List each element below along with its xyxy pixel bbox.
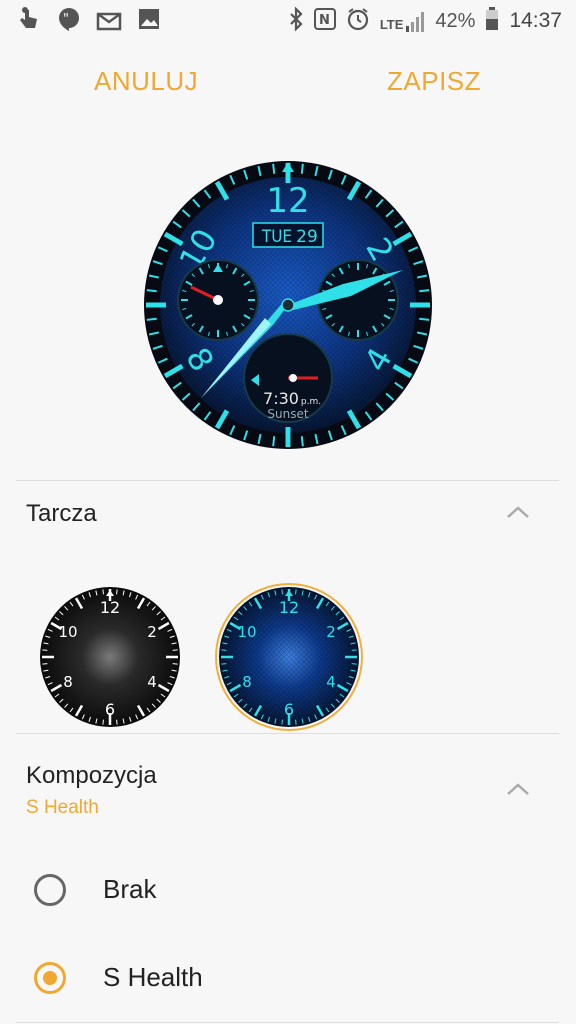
composition-section-title: Kompozycja <box>26 762 157 789</box>
system-icons: N LTE 42% 14:37 <box>288 4 562 38</box>
thumb-numeral-8: 8 <box>63 673 73 691</box>
battery-icon <box>485 6 499 36</box>
thumb-numeral-2: 2 <box>147 623 157 641</box>
thumb-numeral-4: 4 <box>326 673 336 691</box>
network-label: LTE <box>379 17 404 32</box>
save-button[interactable]: ZAPISZ <box>387 66 481 97</box>
dial-option-black[interactable]: 12 2 4 6 8 10 <box>40 587 180 727</box>
clock: 14:37 <box>509 9 562 32</box>
alarm-icon <box>346 7 370 36</box>
svg-text:N: N <box>319 13 330 28</box>
thumb-numeral-6: 6 <box>284 700 294 719</box>
sunset-ampm: p.m. <box>301 397 321 407</box>
option-label: Brak <box>103 874 157 904</box>
nfc-icon: N <box>313 7 336 35</box>
bottom-subdial: 7:30 p.m. Sunset <box>243 333 333 423</box>
composition-section-subtitle: S Health <box>26 797 99 818</box>
status-bar: " N LTE 42% 14:37 <box>0 0 576 42</box>
thumb-numeral-12: 12 <box>100 598 120 617</box>
thumb-numeral-4: 4 <box>147 673 157 691</box>
thumb-numeral-10: 10 <box>58 623 77 641</box>
radio-button[interactable] <box>34 962 66 994</box>
chevron-up-icon[interactable] <box>506 782 530 796</box>
thumb-numeral-2: 2 <box>326 623 336 641</box>
divider <box>16 480 559 481</box>
date-number: 29 <box>296 227 318 247</box>
gallery-icon <box>136 6 162 32</box>
left-subdial <box>177 259 259 341</box>
composition-option-none[interactable]: Brak <box>0 856 576 926</box>
composition-option-s-health[interactable]: S Health <box>0 944 576 1014</box>
dial-section-title: Tarcza <box>26 500 97 527</box>
chevron-up-icon[interactable] <box>506 505 530 519</box>
thumb-numeral-8: 8 <box>242 673 252 691</box>
cancel-button[interactable]: ANULUJ <box>94 66 198 97</box>
thumb-numeral-10: 10 <box>237 623 256 641</box>
center-pin <box>281 298 295 312</box>
hangouts-icon: " <box>56 6 82 32</box>
notification-icons: " <box>16 6 162 32</box>
action-bar: ANULUJ ZAPISZ <box>0 66 576 106</box>
hour-numeral-12: 12 <box>266 181 309 221</box>
thumb-numeral-12: 12 <box>279 598 299 617</box>
sunset-time: 7:30 <box>263 389 299 408</box>
svg-text:": " <box>63 12 69 27</box>
dial-option-blue[interactable]: 12 2 4 6 8 10 <box>219 587 359 727</box>
watch-face-preview: 12 2 4 8 10 TUE 29 7:30 p.m. Sunset <box>143 160 433 450</box>
battery-percent: 42% <box>435 9 476 32</box>
lte-signal-icon: LTE <box>380 10 426 32</box>
divider <box>16 1022 559 1023</box>
option-label: S Health <box>103 962 203 992</box>
date-day: TUE <box>261 227 292 247</box>
thumb-numeral-6: 6 <box>105 700 115 719</box>
bluetooth-icon <box>288 5 304 36</box>
mail-icon <box>96 6 122 32</box>
touch-icon <box>16 6 42 32</box>
radio-button[interactable] <box>34 874 66 906</box>
divider <box>16 733 559 734</box>
sunset-label: Sunset <box>267 407 308 421</box>
